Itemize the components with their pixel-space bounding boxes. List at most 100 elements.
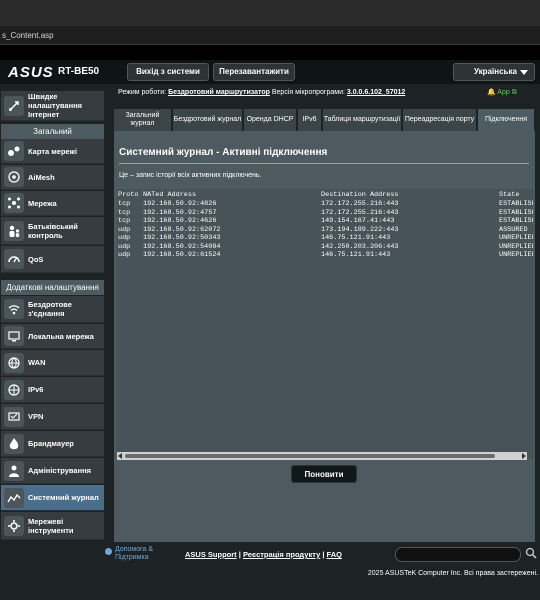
aimesh-icon [4,167,24,187]
footer-links: ASUS Support | Реєстрація продукту | FAQ [185,550,342,559]
sidebar-item-qos[interactable]: QoS [1,246,104,273]
app-bell-icon[interactable]: 🔔 [487,89,496,96]
parental-control-icon [4,220,24,241]
scrollbar-thumb[interactable] [125,454,495,458]
browser-tab-strip [0,0,540,26]
vpn-icon [4,406,24,427]
footer-search-input[interactable] [395,547,521,562]
sidebar-item-label: Батьківський контроль [28,221,78,240]
chevron-down-icon [520,70,528,75]
sidebar-item-network[interactable]: Мережа [1,191,104,216]
network-icon [4,193,24,213]
footer: Допомога & Підтримка ASUS Support | Реєс… [105,544,540,568]
help-icon [105,548,112,555]
sidebar-item-network-tools[interactable]: Мережеві інструменти [1,512,104,540]
asus-support-link[interactable]: ASUS Support [185,550,237,559]
column-destination-address: Destination Address [321,191,399,199]
sidebar-item-network-map[interactable]: Карта мережі [1,139,104,164]
tab-connections[interactable]: Підключення [478,109,535,131]
sidebar-item-ipv6[interactable]: IPv6 [1,377,104,403]
help-line: Допомога & [115,546,154,553]
log-row: udp 192.168.50.92:61524 146.75.121.91:443 U… [118,251,533,259]
qos-icon [4,249,24,269]
product-registration-link[interactable]: Реєстрація продукту [243,550,320,559]
sidebar-item-label: VPN [28,412,44,421]
sidebar-item-label: Системний журнал [28,493,99,502]
sidebar-item-label: Бездротове з'єднання [28,300,72,318]
language-value: Українська [474,67,517,76]
log-tabs: Загальний журнал Бездротовий журнал Орен… [114,109,535,131]
router-header: ASUS RT-BE50 Вихід з системи Перезаванта… [0,60,540,84]
sidebar-item-quick-setup[interactable]: Швидке налаштування Інтернет [1,91,104,121]
reboot-button[interactable]: Перезавантажити [213,63,295,81]
help-support-link[interactable]: Допомога & Підтримка [115,546,153,562]
refresh-button[interactable]: Поновити [291,465,357,483]
sidebar-item-aimesh[interactable]: AiMesh [1,165,104,190]
sidebar-item-label: WAN [28,358,46,367]
page-description: Це – запис історії всіх активних підключ… [119,172,262,179]
search-icon[interactable] [525,547,539,562]
ipv6-icon [4,379,24,400]
sidebar-item-label: IPv6 [28,385,44,394]
mode-label: Режим роботи: [118,89,167,96]
sidebar-item-label: Карта мережі [28,146,78,156]
browser-gap [0,45,540,60]
tab-wireless-log[interactable]: Бездротовий журнал [173,109,243,131]
model-name: RT-BE50 [58,66,100,77]
tab-dhcp-lease[interactable]: Оренда DHCP [244,109,297,131]
column-proto: Proto [118,191,139,199]
sidebar-section-advanced: Додаткові налаштування [1,280,104,295]
firmware-version[interactable]: 3.0.0.6.102_57012 [347,89,405,96]
router-admin-page: ASUS RT-BE50 Вихід з системи Перезаванта… [0,60,540,600]
sidebar-item-label: AiMesh [28,172,55,182]
horizontal-scrollbar[interactable] [117,452,527,460]
network-tools-icon [4,515,24,536]
logout-button[interactable]: Вихід з системи [127,63,209,81]
column-nated-address: NATed Address [143,191,197,199]
help-line: Підтримка [115,554,149,561]
tab-port-forwarding[interactable]: Переадресація порту [403,109,477,131]
sidebar-item-label: Мережа [28,198,57,208]
scroll-right-arrow-icon[interactable] [522,453,526,459]
sidebar-item-lan[interactable]: Локальна мережа [1,324,104,349]
sidebar-item-label: QoS [28,254,44,264]
sidebar-item-vpn[interactable]: VPN [1,404,104,430]
log-header-row: Proto NATed Address Destination Address … [118,191,533,200]
quick-setup-icon [4,95,24,116]
status-icons: 🔔 App ⧉ [487,88,537,100]
sidebar-item-wireless[interactable]: Бездротове з'єднання [1,296,104,323]
copyright: 2025 ASUSTeK Computer Inc. Всі права зас… [367,570,538,577]
language-select[interactable]: Українська [453,63,535,81]
tab-routing-table[interactable]: Таблиця маршрутизації [323,109,402,131]
status-line: Режим роботи: Бездротовий маршрутизатор … [118,89,538,101]
firmware-label: Версія мікропрограми: [271,89,345,96]
faq-link[interactable]: FAQ [327,550,342,559]
sidebar-item-label: Адміністрування [28,466,92,475]
sidebar-item-firewall[interactable]: Брандмауер [1,431,104,457]
tab-ipv6[interactable]: IPv6 [298,109,322,131]
wireless-icon [4,299,24,319]
main-panel: Системний журнал - Активні підключення Ц… [114,131,535,542]
sidebar-item-label: Локальна мережа [28,331,94,341]
page-title: Системний журнал - Активні підключення [119,147,328,158]
column-state: State [499,191,520,199]
sidebar-item-label: Брандмауер [28,439,74,448]
sidebar-item-administration[interactable]: Адміністрування [1,458,104,484]
scroll-left-arrow-icon[interactable] [118,453,122,459]
lan-icon [4,326,24,346]
sidebar-item-label: Мережеві інструменти [28,516,74,535]
app-link-icon[interactable]: ⧉ [512,89,517,96]
sidebar-item-label: Швидке налаштування Інтернет [28,92,83,119]
sidebar-item-system-log[interactable]: Системний журнал [1,485,104,511]
app-label[interactable]: App [497,89,509,96]
sidebar-item-parental-control[interactable]: Батьківський контроль [1,217,104,245]
firewall-icon [4,433,24,454]
sidebar-item-wan[interactable]: WAN [1,350,104,376]
tab-general-log[interactable]: Загальний журнал [114,109,172,131]
sidebar: Швидке налаштування Інтернет Загальний К… [0,87,105,542]
address-bar[interactable]: s_Content.asp [0,26,540,45]
network-map-icon [4,141,24,161]
mode-value[interactable]: Бездротовий маршрутизатор [168,89,270,96]
connections-log[interactable]: Proto NATed Address Destination Address … [117,189,533,459]
title-divider [119,163,529,164]
